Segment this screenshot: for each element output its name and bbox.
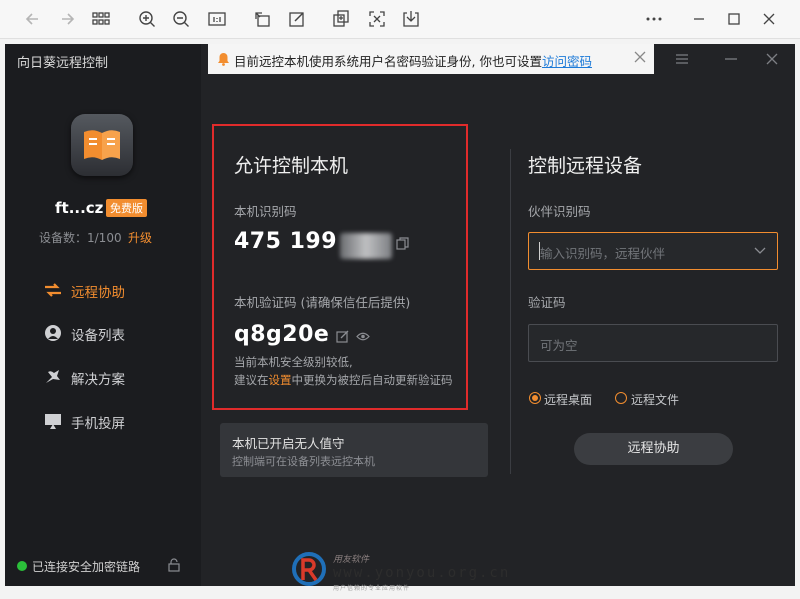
secure-status-text: 已连接安全加密链路 — [32, 560, 141, 574]
radio-remote-file-label[interactable]: 远程文件 — [631, 391, 679, 408]
close-icon[interactable] — [758, 8, 780, 30]
menu-icon[interactable] — [674, 51, 690, 67]
edit-code-icon[interactable] — [336, 330, 349, 343]
nav-remote-assist[interactable]: 远程协助 — [43, 277, 183, 303]
notice-bar: 目前远控本机使用系统用户名密码验证身份, 你也可设置访问密码 — [208, 44, 654, 74]
radio-remote-file[interactable] — [615, 392, 627, 404]
app-logo — [71, 114, 133, 176]
notice-close-icon[interactable] — [633, 50, 647, 64]
remote-assist-button[interactable]: 远程协助 — [574, 433, 733, 465]
code-label: 验证码 — [528, 295, 566, 310]
nav-device-list[interactable]: 设备列表 — [43, 320, 183, 346]
device-count: 设备数：1/100 — [39, 231, 122, 245]
watermark-small: 用户信赖的专业应用软件 — [333, 585, 411, 592]
back-arrow-icon[interactable] — [22, 8, 44, 30]
nav-label: 设备列表 — [71, 328, 125, 344]
nav-label: 远程协助 — [71, 285, 125, 301]
download-icon[interactable] — [400, 8, 422, 30]
unattended-subtitle: 控制端可在设备列表远控本机 — [232, 455, 375, 468]
free-badge: 免费版 — [106, 199, 147, 217]
book-icon — [84, 130, 120, 160]
unattended-title: 本机已开启无人值守 — [232, 436, 345, 451]
maximize-icon[interactable] — [723, 8, 745, 30]
window-close-icon[interactable] — [764, 51, 780, 67]
window-minimize-icon[interactable] — [723, 51, 739, 67]
nav-label: 解决方案 — [71, 372, 125, 388]
status-dot — [17, 561, 27, 571]
radio-remote-desktop[interactable] — [529, 392, 541, 404]
local-code-label: 本机验证码 (请确保信任后提供) — [234, 295, 411, 310]
screen-cast-icon — [45, 414, 61, 429]
watermark-cn: 用友软件 — [333, 555, 370, 565]
partner-id-input[interactable]: 输入识别码，远程伙伴 — [528, 232, 778, 270]
nav-screen-cast[interactable]: 手机投屏 — [43, 408, 183, 434]
forward-arrow-icon[interactable] — [56, 8, 78, 30]
watermark-logo — [292, 552, 326, 586]
upgrade-link[interactable]: 升级 — [128, 229, 152, 246]
eye-icon[interactable] — [356, 331, 370, 342]
unattended-box[interactable]: 本机已开启无人值守 控制端可在设备列表远控本机 — [220, 423, 488, 477]
sunlogin-window: 向日葵远程控制 ft...cz 免费版 设备数：1/100 升级 远程协助 设备… — [5, 44, 795, 586]
notice-message: 目前远控本机使用系统用户名密码验证身份, 你也可设置访问密码 — [234, 51, 592, 70]
code-input[interactable]: 可为空 — [528, 324, 778, 362]
nav-solution[interactable]: 解决方案 — [43, 364, 183, 390]
settings-link[interactable]: 设置 — [269, 373, 292, 387]
access-password-link[interactable]: 访问密码 — [542, 54, 592, 69]
lock-icon[interactable] — [167, 558, 181, 572]
copy-icon[interactable] — [396, 237, 409, 250]
crop-icon[interactable] — [330, 8, 352, 30]
security-note-line2: 建议在设置中更换为被控后自动更新验证码 — [234, 372, 453, 388]
zoom-in-icon[interactable] — [136, 8, 158, 30]
partner-id-label: 伙伴识别码 — [528, 204, 591, 219]
panel-divider — [510, 149, 511, 474]
solution-icon — [46, 370, 60, 383]
edit-icon[interactable] — [286, 8, 308, 30]
local-id-value: 475 199 — [234, 229, 338, 254]
remote-assist-icon — [45, 283, 61, 297]
code-placeholder: 可为空 — [540, 338, 578, 353]
actual-size-icon[interactable] — [206, 8, 228, 30]
minimize-icon[interactable] — [688, 8, 710, 30]
zoom-out-icon[interactable] — [170, 8, 192, 30]
bell-icon — [218, 53, 229, 66]
partner-id-placeholder: 输入识别码，远程伙伴 — [540, 246, 666, 261]
notice-text: 目前远控本机使用系统用户名密码验证身份, 你也可设置 — [234, 54, 542, 69]
note-prefix: 建议在 — [234, 373, 269, 387]
viewer-toolbar — [0, 0, 800, 39]
username: ft...cz — [55, 199, 104, 217]
device-list-icon — [45, 325, 61, 341]
radio-remote-desktop-label[interactable]: 远程桌面 — [544, 391, 592, 408]
control-remote-title: 控制远程设备 — [528, 155, 643, 177]
security-note-line1: 当前本机安全级别较低, — [234, 355, 353, 369]
local-id-label: 本机识别码 — [234, 204, 297, 219]
allow-control-title: 允许控制本机 — [234, 155, 349, 177]
app-title: 向日葵远程控制 — [17, 56, 109, 71]
note-suffix: 中更换为被控后自动更新验证码 — [291, 373, 453, 387]
local-code-value: q8g20e — [234, 322, 330, 347]
blurred-id-digits — [340, 233, 392, 259]
grid-icon[interactable] — [90, 8, 112, 30]
nav-label: 手机投屏 — [71, 416, 125, 432]
chevron-down-icon[interactable] — [754, 246, 766, 256]
sidebar: 向日葵远程控制 ft...cz 免费版 设备数：1/100 升级 远程协助 设备… — [5, 44, 201, 586]
fit-icon[interactable] — [366, 8, 388, 30]
rotate-icon[interactable] — [252, 8, 274, 30]
watermark-url: www.yonyou.org.cn — [333, 565, 511, 581]
more-icon[interactable] — [643, 8, 665, 30]
